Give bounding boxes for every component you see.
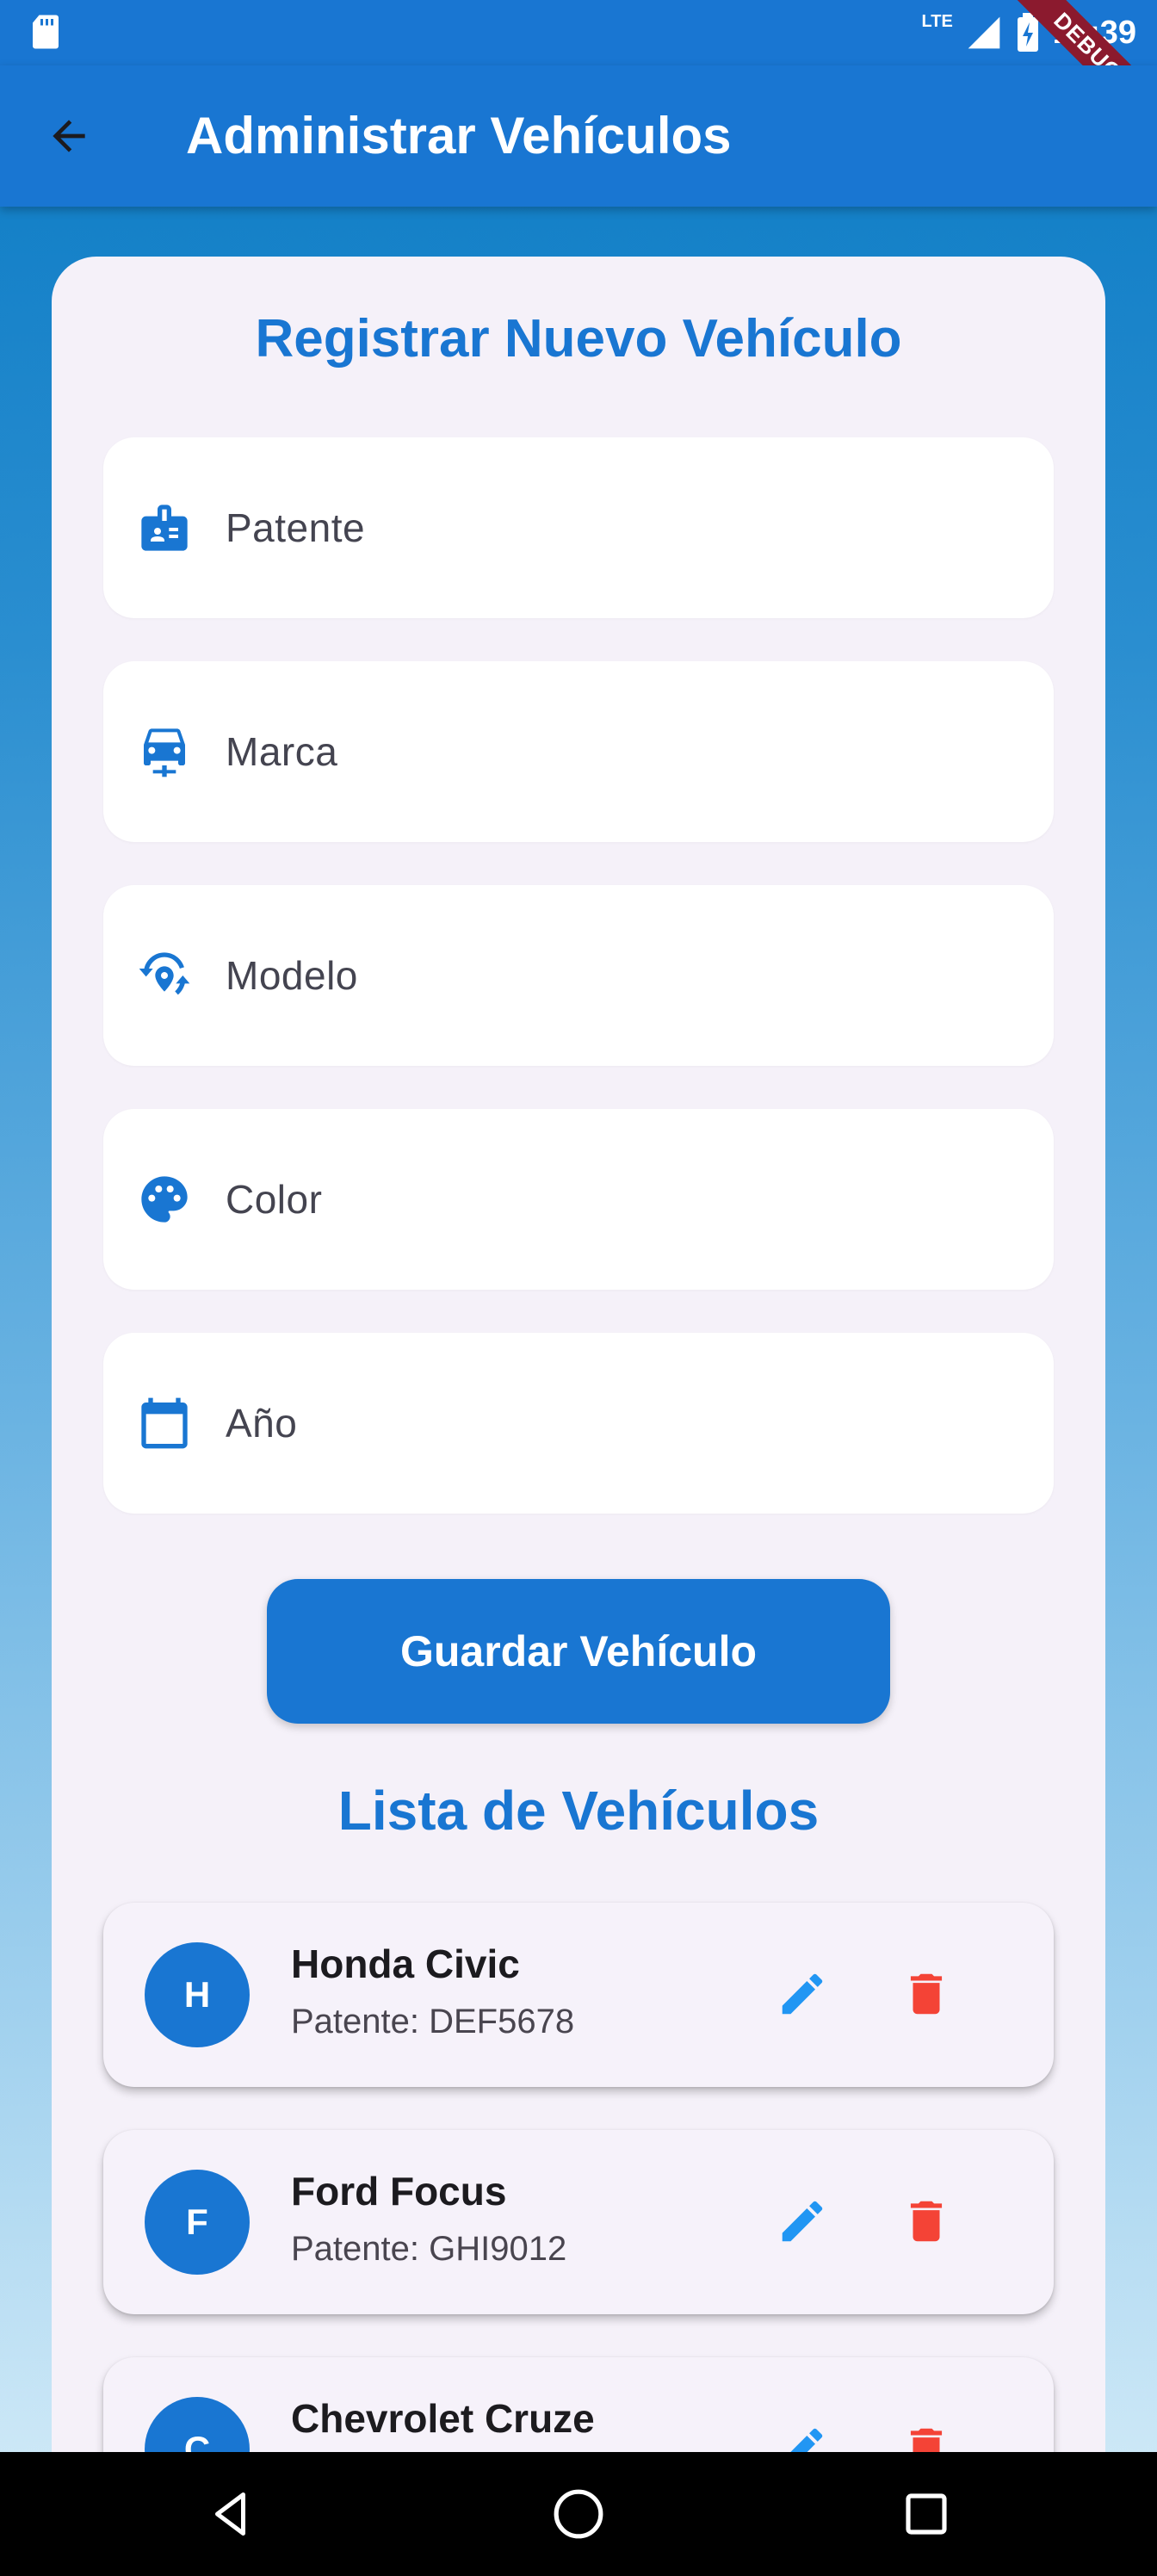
edit-icon <box>782 2201 823 2242</box>
color-label: Color <box>226 1177 323 1222</box>
triangle-back-icon <box>215 2492 245 2536</box>
delete-icon <box>910 1973 943 2015</box>
palette-icon <box>136 1171 193 1228</box>
square-recents-icon <box>906 2493 947 2535</box>
vehicle-plate: Patente: GHI9012 <box>291 2230 567 2268</box>
modelo-label: Modelo <box>226 953 358 998</box>
vehicle-card[interactable]: H Honda Civic Patente: DEF5678 <box>103 1903 1054 2087</box>
calendar-icon <box>136 1395 193 1452</box>
vehicle-name: Ford Focus <box>291 2169 507 2214</box>
car-icon <box>136 723 193 780</box>
vehicle-name: Chevrolet Cruze <box>291 2396 595 2441</box>
delete-button[interactable] <box>899 2194 954 2249</box>
form-card: Registrar Nuevo Vehículo Patente Marca M… <box>52 257 1105 2576</box>
model-icon <box>136 947 193 1004</box>
edit-icon <box>782 1973 823 2015</box>
marca-label: Marca <box>226 729 338 774</box>
marca-field[interactable]: Marca <box>103 661 1054 842</box>
avatar: H <box>145 1942 250 2047</box>
circle-home-icon <box>554 2489 603 2539</box>
color-field[interactable]: Color <box>103 1109 1054 1290</box>
system-nav-bar <box>0 2452 1157 2576</box>
vehicle-card[interactable]: F Ford Focus Patente: GHI9012 <box>103 2130 1054 2314</box>
avatar: F <box>145 2170 250 2275</box>
delete-icon <box>910 2201 943 2242</box>
badge-icon <box>136 499 193 556</box>
patente-field[interactable]: Patente <box>103 437 1054 618</box>
arrow-back-icon <box>53 120 85 152</box>
sd-card-icon <box>33 15 59 49</box>
ano-label: Año <box>226 1401 298 1446</box>
ano-field[interactable]: Año <box>103 1333 1054 1514</box>
network-label: LTE <box>921 12 953 31</box>
vehicle-name: Honda Civic <box>291 1941 520 1986</box>
back-button[interactable] <box>41 108 96 164</box>
signal-icon <box>968 16 1000 49</box>
nav-home-button[interactable] <box>548 2483 609 2545</box>
nav-back-button[interactable] <box>201 2483 263 2545</box>
app-bar: Administrar Vehículos <box>0 65 1157 207</box>
status-bar: LTE 12:39 DEBUG <box>0 0 1157 151</box>
page-title: Administrar Vehículos <box>186 107 732 164</box>
nav-recents-button[interactable] <box>895 2483 957 2545</box>
patente-label: Patente <box>226 505 366 550</box>
edit-button[interactable] <box>775 2194 830 2249</box>
form-title: Registrar Nuevo Vehículo <box>255 309 902 368</box>
delete-button[interactable] <box>899 1966 954 2022</box>
save-vehicle-button[interactable]: Guardar Vehículo <box>267 1579 890 1724</box>
edit-button[interactable] <box>775 1966 830 2022</box>
modelo-field[interactable]: Modelo <box>103 885 1054 1066</box>
list-title: Lista de Vehículos <box>337 1780 820 1842</box>
vehicle-plate: Patente: DEF5678 <box>291 2003 575 2040</box>
